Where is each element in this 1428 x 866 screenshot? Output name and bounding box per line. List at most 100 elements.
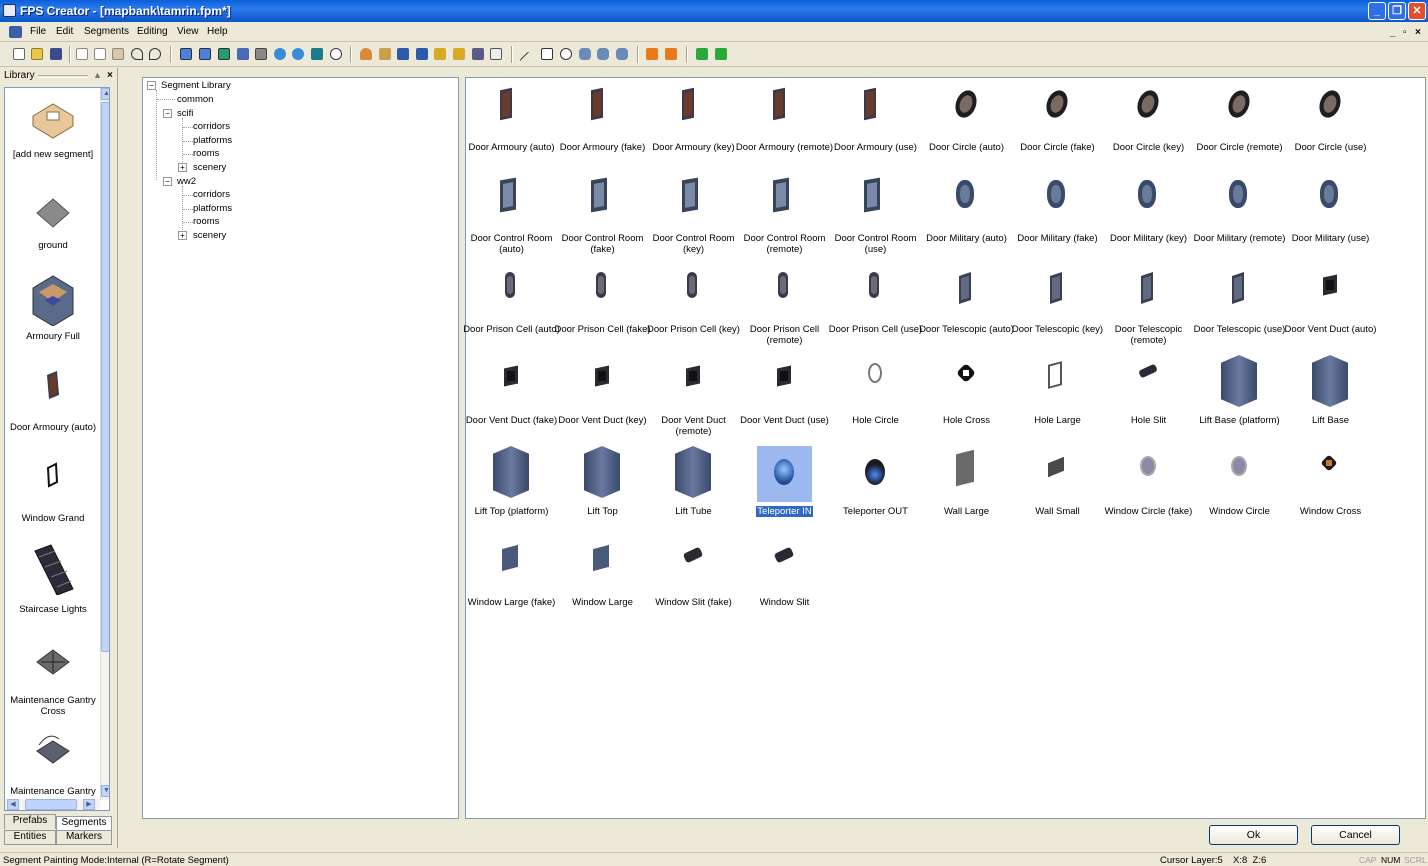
segment-item[interactable]: Window Large [557, 537, 648, 628]
cut-icon[interactable] [76, 48, 88, 60]
segment-item[interactable]: Lift Base (platform) [1194, 355, 1285, 446]
segment-item[interactable]: Teleporter OUT [830, 446, 921, 537]
segment-item[interactable]: Door Military (auto) [921, 173, 1012, 264]
library-item[interactable]: Staircase Lights [5, 543, 101, 634]
segment-item[interactable]: Lift Top (platform) [466, 446, 557, 537]
segment-item[interactable]: Door Prison Cell (auto) [463, 264, 560, 355]
brush-2-icon[interactable] [453, 48, 465, 60]
segment-item[interactable]: Window Slit [739, 537, 830, 628]
segment-item[interactable]: Door Circle (fake) [1012, 82, 1103, 173]
tab-entities[interactable]: Entities [4, 830, 56, 845]
tree-expand-icon[interactable]: + [178, 163, 187, 172]
segment-item[interactable]: Window Circle [1194, 446, 1285, 537]
segment-item[interactable]: Door Military (remote) [1194, 173, 1285, 264]
undo-icon[interactable] [131, 48, 143, 60]
layer-up-icon[interactable] [274, 48, 286, 60]
segment-item[interactable]: Door Control Room (key) [648, 173, 739, 264]
segment-item[interactable]: Door Control Room (fake) [557, 173, 648, 264]
library-close-button[interactable]: × [107, 70, 113, 81]
new-file-icon[interactable] [13, 48, 25, 60]
redo-icon[interactable] [149, 48, 161, 60]
menu-segments[interactable]: Segments [84, 26, 129, 37]
line-icon[interactable] [519, 51, 537, 69]
segment-item[interactable]: Door Armoury (key) [648, 82, 739, 173]
restore-button[interactable]: ❐ [1388, 2, 1406, 20]
menu-view[interactable]: View [177, 26, 199, 37]
search-icon[interactable] [330, 48, 342, 60]
cancel-button[interactable]: Cancel [1311, 825, 1400, 845]
segment-item[interactable]: Window Large (fake) [466, 537, 557, 628]
tree-node-scifi[interactable]: scifi [177, 108, 193, 119]
scroll-up-icon[interactable]: ▲ [101, 88, 109, 100]
view-icon[interactable] [218, 48, 230, 60]
segment-item[interactable]: Door Telescopic (key) [1012, 264, 1103, 355]
tree-node-scifi-platforms[interactable]: platforms [193, 135, 232, 146]
segment-item[interactable]: Door Vent Duct (use) [739, 355, 830, 446]
segment-item[interactable]: Door Armoury (fake) [557, 82, 648, 173]
app-icon[interactable] [3, 4, 16, 17]
segment-item[interactable]: Door Vent Duct (remote) [648, 355, 739, 446]
paste-icon[interactable] [112, 48, 124, 60]
segment-item[interactable]: Door Telescopic (use) [1194, 264, 1285, 355]
segment-item[interactable]: Door Vent Duct (key) [557, 355, 648, 446]
menu-edit[interactable]: Edit [56, 26, 73, 37]
tree-node-ww2-corridors[interactable]: corridors [193, 189, 230, 200]
close-button[interactable]: ✕ [1408, 2, 1426, 20]
segment-item[interactable]: Wall Large [921, 446, 1012, 537]
tree-expand-icon[interactable]: + [178, 231, 187, 240]
tree-collapse-icon[interactable]: − [163, 109, 172, 118]
paint-mode-icon[interactable] [397, 48, 409, 60]
pin-icon[interactable]: ▲ [93, 70, 102, 80]
segment-item[interactable]: Teleporter IN [739, 446, 830, 537]
mdi-minimize-button[interactable]: _ [1390, 27, 1396, 38]
segment-item[interactable]: Window Circle (fake) [1103, 446, 1194, 537]
tree-node-scifi-scenery[interactable]: scenery [193, 162, 226, 173]
pick-icon[interactable] [379, 48, 391, 60]
segment-item[interactable]: Door Control Room (auto) [466, 173, 557, 264]
segment-item[interactable]: Window Cross [1285, 446, 1376, 537]
tree-node-common[interactable]: common [177, 94, 213, 105]
layers-icon[interactable] [255, 48, 267, 60]
segment-item[interactable]: Door Circle (key) [1103, 82, 1194, 173]
segment-item[interactable]: Door Control Room (remote) [739, 173, 830, 264]
fill-2-icon[interactable] [597, 48, 609, 60]
tree-collapse-icon[interactable]: − [163, 177, 172, 186]
tree-node-ww2-platforms[interactable]: platforms [193, 203, 232, 214]
rectangle-icon[interactable] [541, 48, 553, 60]
segment-item[interactable]: Door Circle (use) [1285, 82, 1376, 173]
paint-mode-2-icon[interactable] [416, 48, 428, 60]
build-game-icon[interactable] [715, 48, 727, 60]
library-item[interactable]: Window Grand [5, 452, 101, 543]
segment-item[interactable]: Lift Top [557, 446, 648, 537]
library-horizontal-scrollbar[interactable]: ◀ ▶ [5, 799, 100, 810]
map-overview-icon[interactable] [311, 48, 323, 60]
segment-item[interactable]: Door Prison Cell (use) [829, 264, 922, 355]
ok-button[interactable]: Ok [1209, 825, 1298, 845]
zoom-out-icon[interactable] [199, 48, 211, 60]
select-box-icon[interactable] [490, 48, 502, 60]
scroll-down-icon[interactable]: ▼ [101, 785, 109, 797]
test-game-icon[interactable] [696, 48, 708, 60]
library-item[interactable]: Maintenance Gantry Cross [5, 634, 101, 725]
segment-item[interactable]: Door Armoury (auto) [466, 82, 557, 173]
segment-item[interactable]: Door Telescopic (remote) [1103, 264, 1194, 355]
library-item[interactable]: ground [5, 179, 101, 270]
panel-grip[interactable] [38, 75, 88, 78]
segment-item[interactable]: Door Vent Duct (fake) [466, 355, 557, 446]
zoom-in-icon[interactable] [180, 48, 192, 60]
segment-item[interactable]: Door Prison Cell (remote) [739, 264, 830, 355]
segment-item[interactable]: Lift Base [1285, 355, 1376, 446]
segment-item[interactable]: Door Military (use) [1285, 173, 1376, 264]
minimize-button[interactable]: _ [1368, 2, 1386, 20]
segment-item[interactable]: Door Vent Duct (auto) [1285, 264, 1376, 355]
tool-icon[interactable] [472, 48, 484, 60]
library-item[interactable]: [add new segment] [5, 88, 101, 179]
library-item[interactable]: Door Armoury (auto) [5, 361, 101, 452]
segment-item[interactable]: Door Armoury (remote) [736, 82, 833, 173]
brush-icon[interactable] [434, 48, 446, 60]
segment-item[interactable]: Hole Large [1012, 355, 1103, 446]
layer-down-icon[interactable] [292, 48, 304, 60]
menu-editing[interactable]: Editing [137, 26, 168, 37]
tree-node-ww2[interactable]: ww2 [177, 176, 196, 187]
scroll-right-icon[interactable]: ▶ [83, 799, 95, 810]
